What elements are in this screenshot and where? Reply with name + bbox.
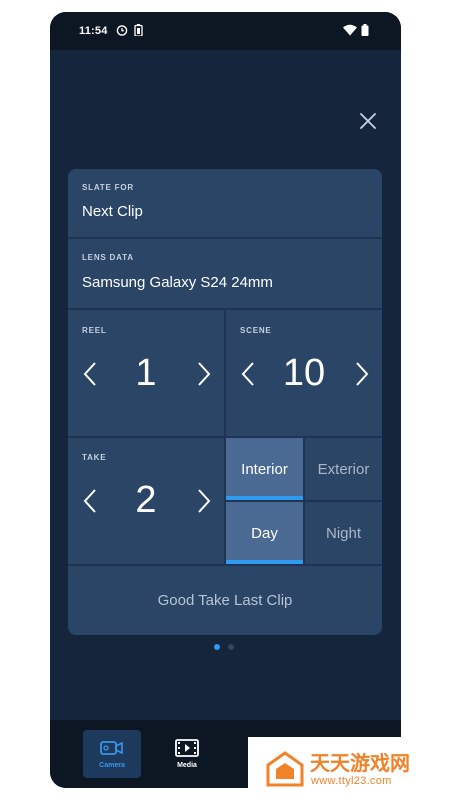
night-label: Night: [325, 524, 362, 542]
day-selected-indicator: [226, 560, 303, 564]
battery-icon: [361, 24, 369, 36]
slate-card: SLATE FOR Next Clip LENS DATA Samsung Ga…: [68, 169, 382, 635]
good-take-button[interactable]: Good Take Last Clip: [68, 566, 382, 635]
take-label: TAKE: [82, 453, 107, 462]
alarm-icon: [116, 25, 128, 36]
reel-increment-icon[interactable]: [194, 360, 214, 388]
battery-saver-icon: [134, 24, 143, 36]
watermark: 天天游戏网 www.ttyl23.com: [248, 737, 450, 800]
slate-screen: SLATE FOR Next Clip LENS DATA Samsung Ga…: [50, 50, 401, 720]
nav-camera[interactable]: Camera: [83, 730, 141, 778]
house-logo-icon: [266, 751, 304, 787]
slate-for-value: Next Clip: [82, 203, 143, 220]
interior-toggle[interactable]: Interior: [226, 438, 303, 500]
take-counter: TAKE 2: [68, 438, 224, 564]
scene-label: SCENE: [240, 326, 272, 335]
take-increment-icon[interactable]: [194, 487, 214, 515]
interior-label: Interior: [241, 460, 288, 478]
phone-frame: 11:54 SLATE FOR Next Clip LENS DATA Sams…: [50, 12, 401, 788]
slate-for-label: SLATE FOR: [82, 183, 134, 192]
camera-icon: [100, 741, 123, 755]
nav-media[interactable]: Media: [158, 730, 216, 778]
film-icon: [175, 739, 199, 757]
slate-for-field[interactable]: SLATE FOR Next Clip: [68, 169, 382, 237]
status-time: 11:54: [79, 25, 108, 37]
exterior-label: Exterior: [317, 460, 370, 478]
lens-data-value: Samsung Galaxy S24 24mm: [82, 274, 273, 291]
status-bar: 11:54: [50, 12, 401, 50]
wifi-icon: [343, 24, 357, 36]
page-dot-active[interactable]: [214, 644, 220, 650]
reel-counter: REEL 1: [68, 310, 224, 436]
close-icon[interactable]: [356, 109, 380, 133]
page-dot[interactable]: [228, 644, 234, 650]
lens-data-label: LENS DATA: [82, 253, 134, 262]
watermark-title: 天天游戏网: [310, 751, 410, 775]
interior-selected-indicator: [226, 496, 303, 500]
reel-label: REEL: [82, 326, 107, 335]
scene-counter: SCENE 10: [226, 310, 382, 436]
lens-data-field[interactable]: LENS DATA Samsung Galaxy S24 24mm: [68, 239, 382, 308]
night-toggle[interactable]: Night: [305, 502, 382, 564]
day-label: Day: [251, 524, 278, 542]
day-toggle[interactable]: Day: [226, 502, 303, 564]
scene-increment-icon[interactable]: [352, 360, 372, 388]
nav-camera-label: Camera: [99, 762, 125, 769]
exterior-toggle[interactable]: Exterior: [305, 438, 382, 500]
nav-media-label: Media: [177, 762, 197, 769]
watermark-url: www.ttyl23.com: [311, 775, 392, 787]
